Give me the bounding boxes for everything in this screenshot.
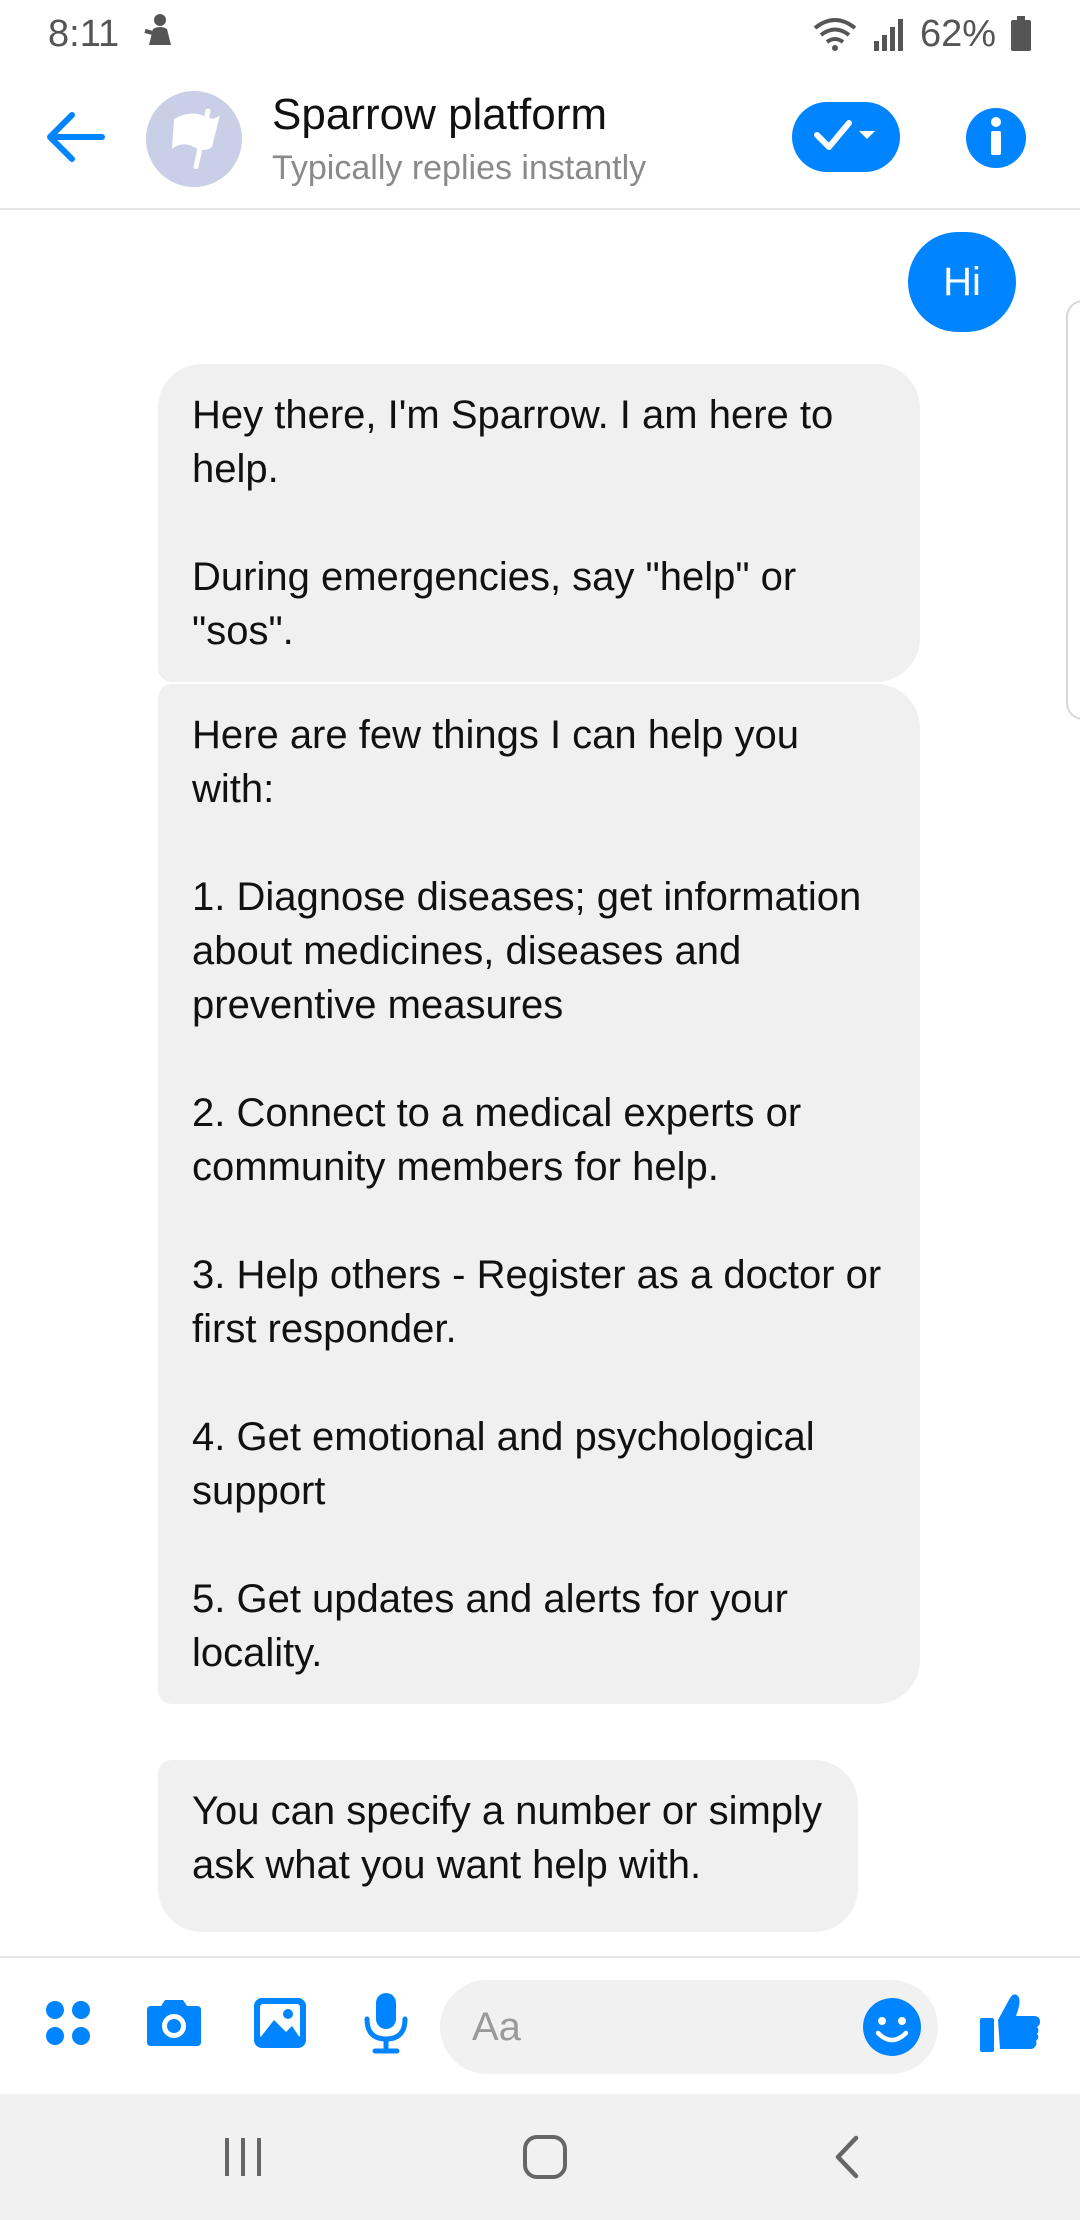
- notification-icon: [143, 11, 177, 57]
- info-button[interactable]: [966, 108, 1026, 168]
- status-time: 8:11: [48, 12, 120, 55]
- camera-button[interactable]: [136, 1980, 212, 2070]
- home-icon: [521, 2133, 569, 2186]
- emoji-button[interactable]: [860, 1995, 924, 2059]
- gallery-icon: [252, 1996, 308, 2055]
- microphone-icon: [361, 1991, 411, 2060]
- home-button[interactable]: [500, 2124, 590, 2194]
- check-dropdown-icon: [811, 115, 881, 160]
- avatar[interactable]: [146, 91, 242, 187]
- message-list[interactable]: Hi Hey there, I'm Sparrow. I am here to …: [0, 212, 1080, 1956]
- scroll-handle[interactable]: [1066, 300, 1080, 720]
- apps-button[interactable]: [30, 1980, 106, 2070]
- message-bubble-incoming[interactable]: You can specify a number or simply ask w…: [158, 1760, 858, 1932]
- recent-apps-button[interactable]: [198, 2124, 288, 2194]
- like-button[interactable]: [972, 1980, 1048, 2070]
- message-bubble-incoming[interactable]: Hey there, I'm Sparrow. I am here to hel…: [158, 364, 920, 682]
- flag-icon: [164, 105, 224, 174]
- reply-status: Typically replies instantly: [272, 149, 647, 187]
- gallery-button[interactable]: [242, 1980, 318, 2070]
- back-icon: [832, 2134, 862, 2185]
- message-input[interactable]: [472, 2004, 832, 2050]
- message-bubble-incoming[interactable]: Here are few things I can help you with:…: [158, 684, 920, 1704]
- camera-icon: [143, 1998, 205, 2053]
- signal-icon: [872, 17, 906, 51]
- microphone-button[interactable]: [348, 1980, 424, 2070]
- system-back-button[interactable]: [802, 2124, 892, 2194]
- wifi-icon: [812, 16, 858, 52]
- status-bar: 8:11 62%: [0, 0, 1080, 68]
- back-button[interactable]: [20, 69, 130, 209]
- emoji-icon: [860, 1998, 924, 2063]
- apps-icon: [43, 1998, 93, 2053]
- system-navigation-bar: [0, 2094, 1080, 2220]
- recent-apps-icon: [221, 2136, 265, 2183]
- message-input-container: [440, 1980, 938, 2074]
- message-composer: [0, 1956, 1080, 2094]
- battery-icon: [1010, 16, 1032, 52]
- arrow-left-icon: [44, 111, 106, 168]
- message-bubble-outgoing[interactable]: Hi: [908, 232, 1016, 332]
- conversation-header: Sparrow platform Typically replies insta…: [0, 70, 1080, 210]
- thumbs-up-icon: [978, 1992, 1042, 2059]
- info-icon: [986, 116, 1006, 161]
- mark-done-button[interactable]: [792, 102, 900, 172]
- battery-percent: 62%: [919, 12, 996, 55]
- page-title[interactable]: Sparrow platform: [272, 88, 646, 142]
